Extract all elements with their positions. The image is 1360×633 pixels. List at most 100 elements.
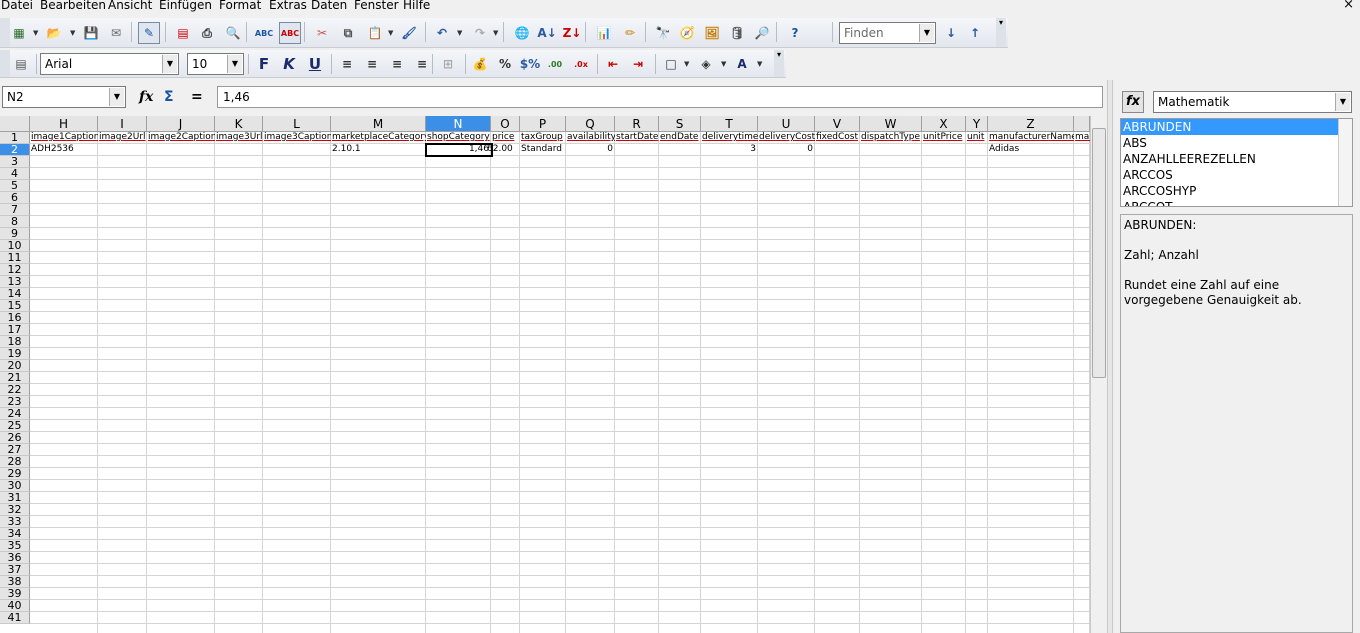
open-dropdown-chevron-icon[interactable]: ▼ (70, 29, 75, 37)
email-icon[interactable]: ✉ (105, 22, 127, 44)
spreadsheet-grid[interactable]: H I J K L M N O P Q R S T U V W X Y Z 1 2 3 4 5 6 7 8 9 10 11 12 13 14 15… (0, 116, 1090, 633)
font-size-select[interactable]: 10 ▼ (187, 53, 244, 75)
column-header-S[interactable]: S (659, 116, 701, 132)
formula-input[interactable]: 1,46 (217, 86, 1103, 108)
toolbar-grip[interactable] (0, 50, 10, 77)
column-header-Z[interactable]: Z (988, 116, 1074, 132)
cell-M2[interactable]: 2.10.1 (331, 144, 426, 156)
font-color-icon[interactable]: A (731, 53, 753, 75)
decrease-indent-icon[interactable]: ⇤ (602, 53, 624, 75)
menu-fenster[interactable]: Fenster (354, 0, 399, 13)
font-name-select[interactable]: Arial ▼ (40, 53, 179, 75)
cell-H2[interactable]: ADH2536 (30, 144, 98, 156)
menu-format[interactable]: Format (219, 0, 261, 13)
cut-icon[interactable]: ✂ (311, 22, 333, 44)
show-draw-icon[interactable]: ✏ (619, 22, 641, 44)
name-box[interactable]: N2 ▼ (2, 86, 126, 108)
find-replace-icon[interactable]: 🔭 (652, 22, 674, 44)
equals-icon[interactable]: = (191, 89, 203, 105)
italic-icon[interactable]: K (278, 53, 300, 75)
background-color-dropdown-chevron-icon[interactable]: ▼ (721, 60, 726, 68)
cell-T2[interactable]: 3 (701, 144, 758, 156)
menu-einfuegen[interactable]: Einfügen (159, 0, 212, 13)
menu-bearbeiten[interactable]: Bearbeiten (40, 0, 106, 13)
cell-S1[interactable]: endDate (659, 132, 701, 144)
menu-ansicht[interactable]: Ansicht (108, 0, 152, 13)
find-next-arrow-down-icon[interactable]: ↓ (940, 22, 962, 44)
borders-dropdown-chevron-icon[interactable]: ▼ (684, 60, 689, 68)
function-item[interactable]: ABRUNDEN (1121, 119, 1352, 135)
function-wizard-icon[interactable]: fx (139, 89, 153, 105)
select-all-corner[interactable] (0, 116, 30, 132)
scrollbar-thumb[interactable] (1092, 128, 1106, 378)
datasources-icon[interactable]: 🛢 (726, 22, 748, 44)
align-right-icon[interactable]: ≡ (386, 53, 408, 75)
paste-dropdown-chevron-icon[interactable]: ▼ (388, 29, 393, 37)
cell-U1[interactable]: deliveryCost (758, 132, 815, 144)
styles-icon[interactable]: ▤ (10, 53, 32, 75)
paste-icon[interactable]: 📋 (364, 22, 386, 44)
gallery-icon[interactable]: 🖼 (701, 22, 723, 44)
export-pdf-icon[interactable]: ▤ (172, 22, 194, 44)
toolbar-overflow-icon[interactable]: ▾ (996, 18, 1006, 47)
column-header-M[interactable]: M (331, 116, 426, 132)
percent-icon[interactable]: % (494, 53, 516, 75)
add-decimal-icon[interactable]: .00 (544, 53, 566, 75)
function-item[interactable]: ABS (1121, 135, 1352, 151)
column-header-P[interactable]: P (520, 116, 566, 132)
underline-icon[interactable]: U (304, 53, 326, 75)
sort-ascending-icon[interactable]: A↓ (536, 22, 558, 44)
zoom-icon[interactable]: 🔎 (751, 22, 773, 44)
cell-Z1[interactable]: manufacturerName (988, 132, 1074, 144)
column-header-U[interactable]: U (758, 116, 815, 132)
menu-datei[interactable]: Datei (1, 0, 33, 13)
cell-H1[interactable]: image1Caption (30, 132, 98, 144)
menu-extras[interactable]: Extras (269, 0, 307, 13)
cell-X1[interactable]: unitPrice (922, 132, 966, 144)
cell-Q1[interactable]: availability (566, 132, 615, 144)
cell-P1[interactable]: taxGroup (520, 132, 566, 144)
redo-icon[interactable]: ↷ (469, 22, 491, 44)
chevron-down-icon[interactable]: ▼ (109, 88, 124, 106)
cell-U2[interactable]: 0 (758, 144, 815, 156)
cell-R1[interactable]: startDate (615, 132, 659, 144)
toolbar-overflow-icon[interactable]: ▾ (774, 50, 784, 77)
column-header-N[interactable]: N (426, 116, 491, 132)
cell-O1[interactable]: price (491, 132, 520, 144)
copy-icon[interactable]: ⧉ (337, 22, 359, 44)
sort-descending-icon[interactable]: Z↓ (561, 22, 583, 44)
sum-icon[interactable]: Σ (164, 89, 174, 105)
merge-cells-icon[interactable]: ⊞ (437, 53, 459, 75)
background-color-icon[interactable]: ◈ (695, 53, 717, 75)
print-icon[interactable]: ⎙ (196, 22, 218, 44)
close-document-icon[interactable]: × (1343, 0, 1354, 12)
font-color-dropdown-chevron-icon[interactable]: ▼ (757, 60, 762, 68)
increase-indent-icon[interactable]: ⇥ (627, 53, 649, 75)
column-header-Y[interactable]: Y (966, 116, 988, 132)
column-header-H[interactable]: H (30, 116, 98, 132)
cell-J1[interactable]: image2Caption (147, 132, 215, 144)
bold-icon[interactable]: F (253, 53, 275, 75)
chevron-down-icon[interactable]: ▼ (919, 24, 934, 42)
justify-icon[interactable]: ≡ (411, 53, 433, 75)
page-preview-icon[interactable]: 🔍 (222, 22, 244, 44)
format-paintbrush-icon[interactable]: 🖌 (398, 22, 420, 44)
row-header-41[interactable]: 41 (0, 612, 30, 624)
chevron-down-icon[interactable]: ▼ (162, 55, 177, 73)
column-header-R[interactable]: R (615, 116, 659, 132)
column-header-X[interactable]: X (922, 116, 966, 132)
find-previous-arrow-up-icon[interactable]: ↑ (964, 22, 986, 44)
spellcheck-icon[interactable]: ABC (253, 22, 275, 44)
chevron-down-icon[interactable]: ▼ (227, 55, 242, 73)
column-header-J[interactable]: J (147, 116, 215, 132)
cell-M1[interactable]: marketplaceCategory (331, 132, 426, 144)
column-header-V[interactable]: V (815, 116, 860, 132)
save-icon[interactable]: 💾 (80, 22, 102, 44)
undo-dropdown-chevron-icon[interactable]: ▼ (457, 29, 462, 37)
cell-T1[interactable]: deliverytime (701, 132, 758, 144)
cell-L1[interactable]: image3Caption (263, 132, 331, 144)
column-header-T[interactable]: T (701, 116, 758, 132)
cell-Z2[interactable]: Adidas (988, 144, 1074, 156)
chevron-down-icon[interactable]: ▼ (1335, 93, 1350, 111)
new-dropdown-chevron-icon[interactable]: ▼ (33, 29, 38, 37)
